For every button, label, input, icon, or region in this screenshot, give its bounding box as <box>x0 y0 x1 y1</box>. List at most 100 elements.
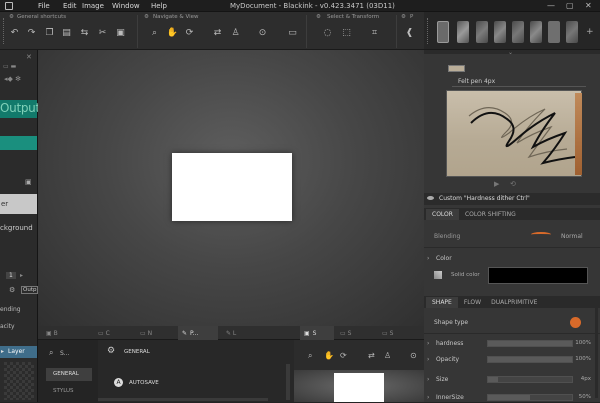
panel-menu-icon[interactable]: ▭ ▬ <box>3 63 16 70</box>
menu-file[interactable]: File <box>38 2 50 10</box>
tab-l[interactable]: ✎ L <box>222 326 262 340</box>
screen-icon[interactable]: ▭ <box>287 28 298 39</box>
flip-icon[interactable]: ⇄ <box>212 28 223 39</box>
ink-brush-thumbnail[interactable] <box>494 21 506 43</box>
menu-image[interactable]: Image <box>82 2 104 10</box>
brush-stroke-preview[interactable] <box>446 90 582 177</box>
background-layer-label[interactable]: ckground <box>0 224 33 232</box>
innersize-slider[interactable] <box>487 394 573 401</box>
hardness-slider[interactable] <box>487 340 573 347</box>
merge-icon[interactable]: ⇆ <box>79 28 90 39</box>
pencil-brush-thumbnail[interactable] <box>457 21 469 43</box>
nav-fit-icon[interactable]: ⊙ <box>410 351 417 360</box>
color-swatch[interactable] <box>488 267 588 284</box>
blending-value[interactable]: Normal <box>561 233 583 240</box>
display-icon[interactable]: ▣ <box>25 178 32 186</box>
minimize-icon[interactable]: — <box>547 1 555 10</box>
tab-flow[interactable]: FLOW <box>458 297 487 308</box>
expand-icon: › <box>427 255 430 262</box>
settings-icon[interactable]: ⚙ <box>9 286 15 294</box>
scrollbar[interactable] <box>286 364 290 400</box>
color-row[interactable]: › Color <box>424 253 600 264</box>
refresh-icon[interactable]: ⟲ <box>510 180 516 188</box>
nav-hand-icon[interactable]: ✋ <box>324 351 334 360</box>
close-icon[interactable]: ✕ <box>585 1 592 10</box>
shape-type-row[interactable]: Shape type <box>424 317 600 328</box>
search-field[interactable]: S... <box>60 350 70 357</box>
pen-brush-thumbnail[interactable] <box>437 21 449 43</box>
horizontal-scrollbar[interactable] <box>98 398 268 401</box>
tab-b[interactable]: ▣ B <box>42 326 74 340</box>
tab-s2[interactable]: ▭ S <box>336 326 368 340</box>
swatch-grid-icon[interactable] <box>434 271 442 279</box>
p-gear-icon: ⚙ <box>401 14 406 20</box>
param-row[interactable]: › Size 4px <box>424 374 600 385</box>
param-value: 4px <box>580 376 591 382</box>
tab-preferences[interactable]: ✎ P... <box>178 326 218 340</box>
opacity-slider[interactable] <box>487 356 573 363</box>
tab-dualprimitive[interactable]: DUALPRIMITIVE <box>487 297 541 308</box>
tab-color-shifting[interactable]: COLOR SHIFTING <box>459 209 522 220</box>
hand-icon[interactable]: ✋ <box>167 28 178 39</box>
undo-icon[interactable]: ↶ <box>9 28 20 39</box>
tab-number[interactable]: 1 <box>6 272 16 279</box>
param-name: hardness <box>436 340 464 347</box>
add-brush-icon[interactable]: + <box>586 27 594 37</box>
search-icon[interactable]: ⌕ <box>49 348 53 358</box>
collapse-arrow-icon[interactable]: ⌄ <box>508 49 513 56</box>
menu-window[interactable]: Window <box>112 2 140 10</box>
tab-s3[interactable]: ▭ S <box>378 326 410 340</box>
zoom-fit-icon[interactable]: ⊙ <box>257 28 268 39</box>
nav-stylus[interactable]: STYLUS <box>53 388 74 394</box>
tab-n[interactable]: ▭ N <box>136 326 176 340</box>
blending-row[interactable]: Blending Normal <box>424 231 600 242</box>
tab-color[interactable]: COLOR <box>426 208 459 220</box>
shape-circle-icon[interactable] <box>570 317 581 328</box>
grip-icon <box>427 18 430 44</box>
rotate-icon[interactable]: ⟳ <box>184 28 195 39</box>
tab-s[interactable]: ▣ S <box>300 326 334 340</box>
eye-icon[interactable]: ◂◆ ✻ <box>4 75 21 83</box>
layer-thumbnail <box>4 362 34 400</box>
marquee-icon[interactable]: ⬚ <box>341 28 352 39</box>
overflow-icon[interactable]: ❰ <box>404 28 415 39</box>
copy-icon[interactable]: ❐ <box>44 28 55 39</box>
clipboard-icon[interactable]: ▤ <box>61 28 72 39</box>
tab-c[interactable]: ▭ C <box>94 326 134 340</box>
maximize-icon[interactable]: ▢ <box>566 1 574 10</box>
param-row[interactable]: › Opacity 100% <box>424 354 600 365</box>
canvas-viewport[interactable] <box>38 50 424 326</box>
param-row[interactable]: › InnerSize 50% <box>424 392 600 403</box>
right-scrollbar[interactable] <box>595 308 598 398</box>
smudge-brush-thumbnail[interactable] <box>566 21 578 43</box>
nav-rotate-icon[interactable]: ⟳ <box>340 351 347 360</box>
layer-expand-icon[interactable]: ▸ <box>1 348 4 355</box>
panel-close-icon[interactable]: ✕ <box>26 53 32 61</box>
nav-flip-icon[interactable]: ⇄ <box>368 351 375 360</box>
document-canvas[interactable] <box>172 153 292 221</box>
cut-icon[interactable]: ✂ <box>97 28 108 39</box>
nav-zoom-icon[interactable]: ⌕ <box>308 351 312 361</box>
paste-icon[interactable]: ▣ <box>115 28 126 39</box>
nav-stamp-icon[interactable]: ♙ <box>384 351 391 360</box>
marker-brush-thumbnail[interactable] <box>476 21 488 43</box>
tab-shape[interactable]: SHAPE <box>426 296 458 308</box>
zoom-icon[interactable]: ⌕ <box>149 28 160 39</box>
charcoal-brush-thumbnail[interactable] <box>512 21 524 43</box>
eraser-brush-thumbnail[interactable] <box>548 21 560 43</box>
size-slider[interactable] <box>487 376 573 383</box>
menu-edit[interactable]: Edit <box>63 2 77 10</box>
output-tab[interactable]: Outp <box>21 286 39 294</box>
menu-help[interactable]: Help <box>151 2 167 10</box>
nav-general[interactable]: GENERAL <box>46 368 92 381</box>
redo-icon[interactable]: ↷ <box>26 28 37 39</box>
stamp-icon[interactable]: ♙ <box>230 28 241 39</box>
lasso-icon[interactable]: ◌ <box>322 28 333 39</box>
param-row[interactable]: › hardness 100% <box>424 338 600 349</box>
param-name: InnerSize <box>436 394 464 401</box>
active-layer-label: Layer <box>8 348 25 355</box>
play-icon[interactable]: ▶ <box>494 180 499 188</box>
airbrush-thumbnail[interactable] <box>530 21 542 43</box>
collapse-icon[interactable]: ▸ <box>20 272 23 279</box>
crop-icon[interactable]: ⌗ <box>369 28 380 39</box>
